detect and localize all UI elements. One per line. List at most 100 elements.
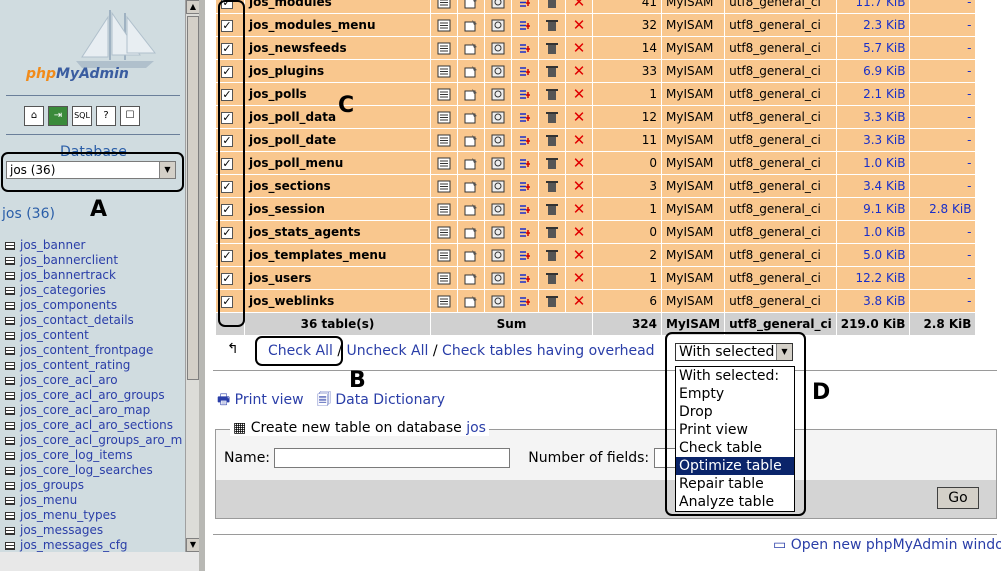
insert-icon[interactable] (512, 221, 538, 243)
table-size[interactable]: 12.2 KiB (836, 267, 910, 289)
drop-icon[interactable]: ✕ (566, 14, 592, 36)
table-icon[interactable] (5, 482, 15, 490)
nav-table-item[interactable]: jos_core_acl_aro_sections (5, 418, 182, 433)
nav-table-item[interactable]: jos_menu_types (5, 508, 182, 523)
table-icon[interactable] (5, 542, 15, 550)
structure-icon[interactable] (458, 290, 484, 312)
table-icon[interactable] (5, 347, 15, 355)
empty-icon[interactable] (539, 37, 565, 59)
browse-icon[interactable] (431, 221, 457, 243)
empty-icon[interactable] (539, 129, 565, 151)
help-icon[interactable]: ? (96, 106, 116, 126)
structure-icon[interactable] (458, 198, 484, 220)
table-name[interactable]: jos_modules_menu (245, 14, 430, 36)
go-button[interactable]: Go (937, 487, 979, 509)
empty-icon[interactable] (539, 221, 565, 243)
table-size[interactable]: 3.3 KiB (836, 106, 910, 128)
table-size[interactable]: 5.0 KiB (836, 244, 910, 266)
database-link[interactable]: jos (466, 420, 486, 436)
table-icon[interactable] (5, 362, 15, 370)
table-name[interactable]: jos_stats_agents (245, 221, 430, 243)
browse-icon[interactable] (431, 0, 457, 13)
drop-icon[interactable]: ✕ (566, 267, 592, 289)
table-icon[interactable] (5, 512, 15, 520)
overhead[interactable]: 2.8 KiB (910, 198, 976, 220)
table-name[interactable]: jos_modules (245, 0, 430, 13)
insert-icon[interactable] (512, 83, 538, 105)
open-new-window-link[interactable]: ▭ Open new phpMyAdmin window (773, 537, 1001, 553)
nav-scrollbar[interactable]: ▲ ▼ (185, 0, 200, 552)
table-size[interactable]: 5.7 KiB (836, 37, 910, 59)
table-icon[interactable] (5, 317, 15, 325)
table-icon[interactable] (5, 422, 15, 430)
table-size[interactable]: 3.8 KiB (836, 290, 910, 312)
table-size[interactable]: 1.0 KiB (836, 221, 910, 243)
table-size[interactable]: 3.3 KiB (836, 129, 910, 151)
empty-icon[interactable] (539, 198, 565, 220)
nav-table-item[interactable]: jos_contact_details (5, 313, 182, 328)
drop-icon[interactable]: ✕ (566, 244, 592, 266)
insert-icon[interactable] (512, 14, 538, 36)
overhead[interactable]: - (910, 129, 976, 151)
insert-icon[interactable] (512, 290, 538, 312)
drop-icon[interactable]: ✕ (566, 37, 592, 59)
empty-icon[interactable] (539, 267, 565, 289)
nav-table-item[interactable]: jos_messages_cfg (5, 538, 182, 553)
overhead[interactable]: - (910, 60, 976, 82)
structure-icon[interactable] (458, 152, 484, 174)
nav-table-item[interactable]: jos_groups (5, 478, 182, 493)
insert-icon[interactable] (512, 175, 538, 197)
table-icon[interactable] (5, 407, 15, 415)
browse-icon[interactable] (431, 152, 457, 174)
table-name[interactable]: jos_users (245, 267, 430, 289)
table-icon[interactable] (5, 272, 15, 280)
sql-query-icon[interactable]: SQL (72, 106, 92, 126)
nav-table-item[interactable]: jos_core_log_searches (5, 463, 182, 478)
table-icon[interactable] (5, 527, 15, 535)
browse-icon[interactable] (431, 37, 457, 59)
insert-icon[interactable] (512, 106, 538, 128)
table-icon[interactable] (5, 467, 15, 475)
nav-table-item[interactable]: jos_bannerclient (5, 253, 182, 268)
structure-icon[interactable] (458, 0, 484, 13)
browse-icon[interactable] (431, 129, 457, 151)
search-icon[interactable] (485, 106, 511, 128)
insert-icon[interactable] (512, 129, 538, 151)
table-icon[interactable] (5, 302, 15, 310)
overhead[interactable]: - (910, 0, 976, 13)
print-view-link[interactable]: Print view (235, 392, 304, 408)
empty-icon[interactable] (539, 0, 565, 13)
uncheck-all-link[interactable]: Uncheck All (347, 343, 429, 359)
table-size[interactable]: 3.4 KiB (836, 175, 910, 197)
insert-icon[interactable] (512, 244, 538, 266)
nav-table-item[interactable]: jos_core_log_items (5, 448, 182, 463)
search-icon[interactable] (485, 267, 511, 289)
structure-icon[interactable] (458, 106, 484, 128)
search-icon[interactable] (485, 129, 511, 151)
table-size[interactable]: 9.1 KiB (836, 198, 910, 220)
table-name[interactable]: jos_templates_menu (245, 244, 430, 266)
table-icon[interactable] (5, 287, 15, 295)
browse-icon[interactable] (431, 60, 457, 82)
drop-icon[interactable]: ✕ (566, 129, 592, 151)
nav-table-item[interactable]: jos_core_acl_aro (5, 373, 182, 388)
table-name[interactable]: jos_plugins (245, 60, 430, 82)
browse-icon[interactable] (431, 198, 457, 220)
nav-table-item[interactable]: jos_content (5, 328, 182, 343)
table-name[interactable]: jos_sections (245, 175, 430, 197)
browse-icon[interactable] (431, 14, 457, 36)
search-icon[interactable] (485, 198, 511, 220)
overhead[interactable]: - (910, 106, 976, 128)
table-icon[interactable] (5, 377, 15, 385)
table-size[interactable]: 11.7 KiB (836, 0, 910, 13)
table-name-input[interactable] (274, 448, 511, 468)
drop-icon[interactable]: ✕ (566, 221, 592, 243)
empty-icon[interactable] (539, 106, 565, 128)
search-icon[interactable] (485, 221, 511, 243)
insert-icon[interactable] (512, 198, 538, 220)
nav-table-item[interactable]: jos_menu (5, 493, 182, 508)
nav-table-item[interactable]: jos_core_acl_aro_map (5, 403, 182, 418)
nav-horizontal-scrollbar[interactable] (0, 552, 199, 571)
nav-table-item[interactable]: jos_messages (5, 523, 182, 538)
structure-icon[interactable] (458, 37, 484, 59)
